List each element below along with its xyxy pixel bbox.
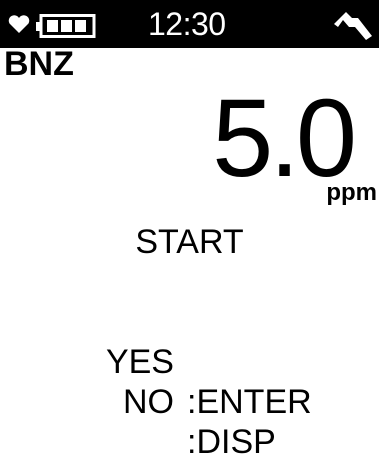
start-prompt: START (135, 223, 244, 261)
heart-icon (8, 14, 30, 34)
gas-reading: 5.0 (212, 77, 357, 200)
option-action: :DISP (187, 423, 276, 461)
reading-unit: ppm (326, 179, 377, 206)
option-no[interactable]: NO :DISP (0, 342, 379, 462)
battery-icon (36, 14, 96, 38)
signal-icon (332, 8, 374, 42)
gas-name: BNZ (4, 45, 74, 83)
status-bar: 12:30 (0, 0, 379, 48)
option-key: NO (123, 383, 174, 421)
clock: 12:30 (148, 6, 226, 42)
